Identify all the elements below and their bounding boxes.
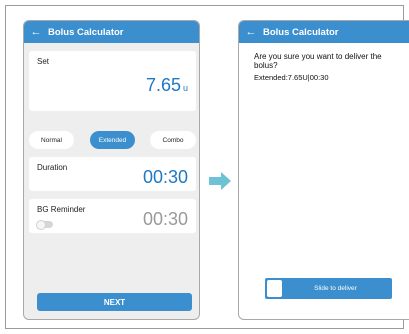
bg-reminder-label: BG Reminder xyxy=(37,205,86,214)
back-arrow-icon[interactable]: ← xyxy=(239,26,263,38)
set-card[interactable]: Set 7.65 u xyxy=(29,51,196,111)
bg-reminder-toggle[interactable] xyxy=(36,219,53,230)
mode-extended-button[interactable]: Extended xyxy=(90,131,135,149)
screen-title: Bolus Calculator xyxy=(48,26,124,38)
slide-to-deliver-control[interactable]: Slide to deliver xyxy=(265,278,392,299)
app-bar: ← Bolus Calculator xyxy=(239,21,409,43)
confirm-question: Are you sure you want to deliver the bol… xyxy=(254,52,382,70)
bolus-calculator-screen: ← Bolus Calculator Set 7.65 u Normal Exte… xyxy=(23,20,200,320)
mode-normal-button[interactable]: Normal xyxy=(29,131,74,149)
back-arrow-icon[interactable]: ← xyxy=(24,26,48,38)
confirm-bolus-screen: ← Bolus Calculator Are you sure you want… xyxy=(238,20,409,320)
slide-label: Slide to deliver xyxy=(314,285,357,292)
set-value: 7.65 xyxy=(145,75,181,95)
duration-card[interactable]: Duration 00:30 xyxy=(29,157,196,191)
bg-reminder-card: BG Reminder 00:30 xyxy=(29,199,196,233)
slide-handle[interactable] xyxy=(267,280,282,297)
screen-title: Bolus Calculator xyxy=(263,26,339,38)
mode-combo-button[interactable]: Combo xyxy=(150,131,196,149)
duration-label: Duration xyxy=(37,163,68,172)
bg-reminder-value: 00:30 xyxy=(142,209,188,229)
set-label: Set xyxy=(37,57,50,66)
figure-frame: ← Bolus Calculator Set 7.65 u Normal Exte… xyxy=(5,5,409,329)
next-button[interactable]: NEXT xyxy=(37,293,192,311)
app-bar: ← Bolus Calculator xyxy=(24,21,199,43)
duration-value[interactable]: 00:30 xyxy=(143,167,188,188)
right-arrow-icon xyxy=(209,172,231,190)
toggle-knob xyxy=(36,219,46,230)
bolus-summary: Extended:7.65U|00:30 xyxy=(254,73,329,82)
set-unit: u xyxy=(182,83,188,93)
set-value-display[interactable]: 7.65 u xyxy=(146,75,188,96)
